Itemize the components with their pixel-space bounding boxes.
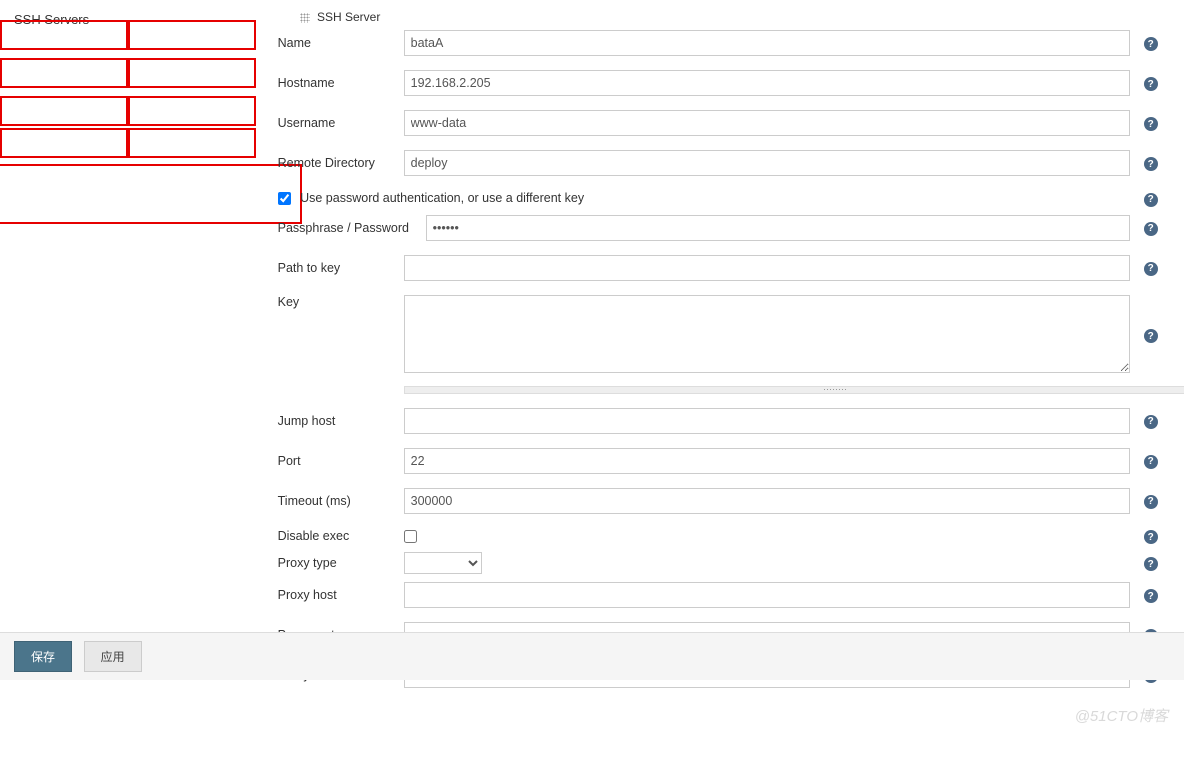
highlight-box — [0, 58, 130, 88]
key-textarea[interactable] — [404, 295, 1130, 373]
footer: 保存 应用 — [0, 632, 1184, 680]
username-input[interactable] — [404, 110, 1130, 136]
name-label: Name — [278, 36, 404, 50]
help-icon[interactable]: ? — [1144, 77, 1158, 91]
legend-text: SSH Server — [317, 10, 380, 24]
apply-button[interactable]: 应用 — [84, 641, 142, 672]
hostname-label: Hostname — [278, 76, 404, 90]
proxytype-label: Proxy type — [278, 556, 404, 570]
help-icon[interactable]: ? — [1144, 530, 1158, 544]
hostname-input[interactable] — [404, 70, 1130, 96]
password-label: Passphrase / Password — [278, 221, 426, 235]
usepass-checkbox[interactable] — [278, 192, 291, 205]
help-icon[interactable]: ? — [1144, 495, 1158, 509]
remotedir-label: Remote Directory — [278, 156, 404, 170]
highlight-box — [126, 128, 256, 158]
highlight-box — [0, 96, 130, 126]
highlight-box — [0, 164, 302, 224]
help-icon[interactable]: ? — [1144, 157, 1158, 171]
help-icon[interactable]: ? — [1144, 193, 1158, 207]
timeout-label: Timeout (ms) — [278, 494, 404, 508]
highlight-box — [126, 58, 256, 88]
port-label: Port — [278, 454, 404, 468]
jumphost-label: Jump host — [278, 414, 404, 428]
password-input[interactable] — [426, 215, 1130, 241]
port-input[interactable] — [404, 448, 1130, 474]
jumphost-input[interactable] — [404, 408, 1130, 434]
watermark: @51CTO博客 — [1075, 705, 1168, 726]
proxyhost-input[interactable] — [404, 582, 1130, 608]
ssh-server-form: SSH Server Name ? Hostname ? Username ? — [278, 10, 1158, 702]
disexec-checkbox[interactable] — [404, 530, 417, 543]
help-icon[interactable]: ? — [1144, 589, 1158, 603]
form-legend: SSH Server — [278, 10, 1158, 24]
help-icon[interactable]: ? — [1144, 262, 1158, 276]
proxytype-select[interactable] — [404, 552, 482, 574]
drag-handle[interactable] — [404, 386, 1184, 394]
help-icon[interactable]: ? — [1144, 455, 1158, 469]
timeout-input[interactable] — [404, 488, 1130, 514]
disexec-label: Disable exec — [278, 529, 404, 543]
help-icon[interactable]: ? — [1144, 222, 1158, 236]
pathkey-label: Path to key — [278, 261, 404, 275]
key-label: Key — [278, 295, 404, 309]
remotedir-input[interactable] — [404, 150, 1130, 176]
usepass-label: Use password authentication, or use a di… — [300, 191, 584, 205]
help-icon[interactable]: ? — [1144, 557, 1158, 571]
highlight-box — [126, 96, 256, 126]
save-button[interactable]: 保存 — [14, 641, 72, 672]
name-input[interactable] — [404, 30, 1130, 56]
username-label: Username — [278, 116, 404, 130]
help-icon[interactable]: ? — [1144, 37, 1158, 51]
help-icon[interactable]: ? — [1144, 329, 1158, 343]
help-icon[interactable]: ? — [1144, 415, 1158, 429]
pathkey-input[interactable] — [404, 255, 1130, 281]
proxyhost-label: Proxy host — [278, 588, 404, 602]
help-icon[interactable]: ? — [1144, 117, 1158, 131]
highlight-box — [0, 128, 130, 158]
section-title: SSH Servers — [14, 10, 274, 27]
grip-icon[interactable] — [300, 13, 310, 23]
